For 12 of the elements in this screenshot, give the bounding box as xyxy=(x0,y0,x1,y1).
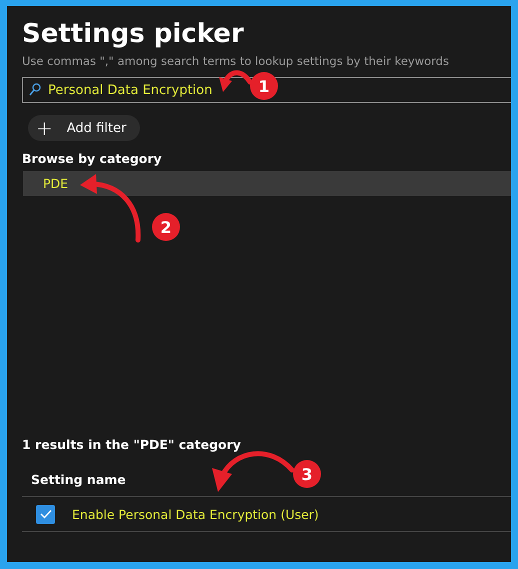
add-filter-button[interactable]: + Add filter xyxy=(28,115,140,141)
results-summary: 1 results in the "PDE" category xyxy=(22,437,242,452)
search-icon xyxy=(29,83,41,96)
arrow xyxy=(80,174,141,242)
arrow xyxy=(219,70,252,92)
checkmark-icon xyxy=(40,509,52,519)
section-heading: Browse by category xyxy=(22,151,163,166)
setting-name: Enable Personal Data Encryption (User) xyxy=(72,506,319,522)
hint-text: Use commas "," among search terms to lookup settings by their keywords xyxy=(22,54,450,68)
checkbox[interactable] xyxy=(36,504,55,524)
page-title: Settings picker xyxy=(22,18,245,50)
category-item[interactable]: PDE xyxy=(23,171,511,196)
